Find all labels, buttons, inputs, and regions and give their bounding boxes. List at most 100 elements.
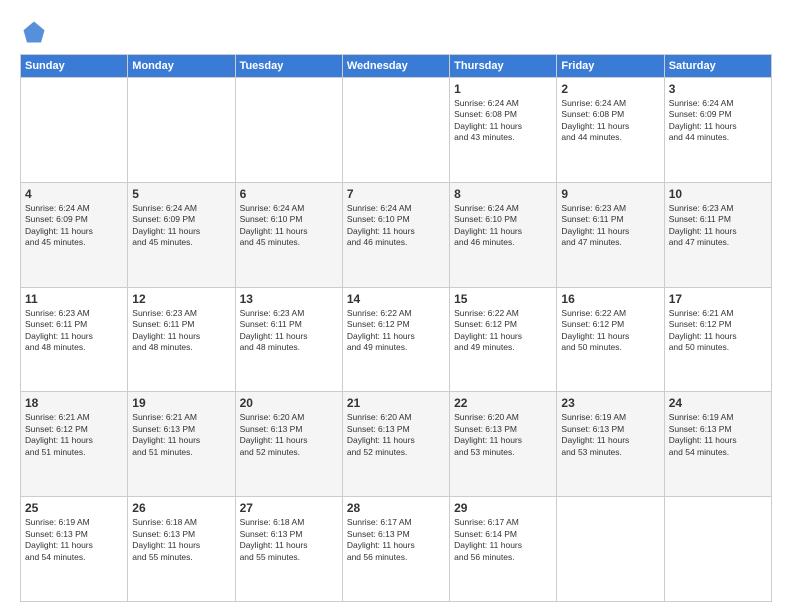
day-number: 10 xyxy=(669,187,767,201)
calendar-cell: 11 Sunrise: 6:23 AM Sunset: 6:11 PM Dayli… xyxy=(21,287,128,392)
calendar-cell: 5 Sunrise: 6:24 AM Sunset: 6:09 PM Daylig… xyxy=(128,182,235,287)
calendar-cell: 22Sunrise: 6:20 AM Sunset: 6:13 PM Dayli… xyxy=(450,392,557,497)
day-info: Sunrise: 6:22 AM Sunset: 6:12 PM Dayligh… xyxy=(347,308,445,354)
weekday-header-sunday: Sunday xyxy=(21,55,128,78)
day-info: Sunrise: 6:23 AM Sunset: 6:11 PM Dayligh… xyxy=(669,203,767,249)
weekday-header-row: SundayMondayTuesdayWednesdayThursdayFrid… xyxy=(21,55,772,78)
calendar-cell: 1 Sunrise: 6:24 AM Sunset: 6:08 PM Daylig… xyxy=(450,78,557,183)
day-number: 13 xyxy=(240,292,338,306)
day-number: 7 xyxy=(347,187,445,201)
day-info: Sunrise: 6:21 AM Sunset: 6:12 PM Dayligh… xyxy=(669,308,767,354)
day-info: Sunrise: 6:24 AM Sunset: 6:10 PM Dayligh… xyxy=(240,203,338,249)
day-info: Sunrise: 6:23 AM Sunset: 6:11 PM Dayligh… xyxy=(25,308,123,354)
day-info: Sunrise: 6:20 AM Sunset: 6:13 PM Dayligh… xyxy=(347,412,445,458)
day-number: 21 xyxy=(347,396,445,410)
day-number: 2 xyxy=(561,82,659,96)
day-number: 15 xyxy=(454,292,552,306)
calendar-cell: 7 Sunrise: 6:24 AM Sunset: 6:10 PM Daylig… xyxy=(342,182,449,287)
weekday-header-tuesday: Tuesday xyxy=(235,55,342,78)
day-number: 26 xyxy=(132,501,230,515)
calendar-cell: 24 Sunrise: 6:19 AM Sunset: 6:13 PM Dayli… xyxy=(664,392,771,497)
day-number: 28 xyxy=(347,501,445,515)
day-info: Sunrise: 6:18 AM Sunset: 6:13 PM Dayligh… xyxy=(240,517,338,563)
day-info: Sunrise: 6:23 AM Sunset: 6:11 PM Dayligh… xyxy=(240,308,338,354)
day-info: Sunrise: 6:22 AM Sunset: 6:12 PM Dayligh… xyxy=(561,308,659,354)
day-number: 19 xyxy=(132,396,230,410)
day-number: 11 xyxy=(25,292,123,306)
logo xyxy=(20,18,52,46)
calendar-cell: 25 Sunrise: 6:19 AM Sunset: 6:13 PM Dayli… xyxy=(21,497,128,602)
calendar-cell: 3 Sunrise: 6:24 AM Sunset: 6:09 PM Daylig… xyxy=(664,78,771,183)
day-info: Sunrise: 6:19 AM Sunset: 6:13 PM Dayligh… xyxy=(669,412,767,458)
day-info: Sunrise: 6:22 AM Sunset: 6:12 PM Dayligh… xyxy=(454,308,552,354)
day-number: 16 xyxy=(561,292,659,306)
day-number: 20 xyxy=(240,396,338,410)
day-number: 8 xyxy=(454,187,552,201)
day-info: Sunrise: 6:19 AM Sunset: 6:13 PM Dayligh… xyxy=(561,412,659,458)
day-number: 24 xyxy=(669,396,767,410)
day-info: Sunrise: 6:20 AM Sunset: 6:13 PM Dayligh… xyxy=(454,412,552,458)
day-info: Sunrise: 6:23 AM Sunset: 6:11 PM Dayligh… xyxy=(132,308,230,354)
day-info: Sunrise: 6:24 AM Sunset: 6:10 PM Dayligh… xyxy=(347,203,445,249)
calendar-cell: 19 Sunrise: 6:21 AM Sunset: 6:13 PM Dayli… xyxy=(128,392,235,497)
day-info: Sunrise: 6:17 AM Sunset: 6:13 PM Dayligh… xyxy=(347,517,445,563)
calendar-cell xyxy=(664,497,771,602)
calendar-cell xyxy=(128,78,235,183)
day-number: 4 xyxy=(25,187,123,201)
calendar-cell xyxy=(235,78,342,183)
day-info: Sunrise: 6:18 AM Sunset: 6:13 PM Dayligh… xyxy=(132,517,230,563)
day-info: Sunrise: 6:24 AM Sunset: 6:09 PM Dayligh… xyxy=(132,203,230,249)
day-info: Sunrise: 6:17 AM Sunset: 6:14 PM Dayligh… xyxy=(454,517,552,563)
day-info: Sunrise: 6:24 AM Sunset: 6:10 PM Dayligh… xyxy=(454,203,552,249)
calendar-cell: 29 Sunrise: 6:17 AM Sunset: 6:14 PM Dayli… xyxy=(450,497,557,602)
day-number: 27 xyxy=(240,501,338,515)
day-number: 12 xyxy=(132,292,230,306)
calendar-cell: 4 Sunrise: 6:24 AM Sunset: 6:09 PM Daylig… xyxy=(21,182,128,287)
weekday-header-wednesday: Wednesday xyxy=(342,55,449,78)
calendar-cell: 13 Sunrise: 6:23 AM Sunset: 6:11 PM Dayli… xyxy=(235,287,342,392)
calendar-cell: 9 Sunrise: 6:23 AM Sunset: 6:11 PM Daylig… xyxy=(557,182,664,287)
day-info: Sunrise: 6:24 AM Sunset: 6:08 PM Dayligh… xyxy=(454,98,552,144)
calendar-cell: 21 Sunrise: 6:20 AM Sunset: 6:13 PM Dayli… xyxy=(342,392,449,497)
calendar-cell: 6 Sunrise: 6:24 AM Sunset: 6:10 PM Daylig… xyxy=(235,182,342,287)
calendar-cell: 27 Sunrise: 6:18 AM Sunset: 6:13 PM Dayli… xyxy=(235,497,342,602)
day-number: 14 xyxy=(347,292,445,306)
calendar-week-5: 25 Sunrise: 6:19 AM Sunset: 6:13 PM Dayli… xyxy=(21,497,772,602)
day-info: Sunrise: 6:24 AM Sunset: 6:08 PM Dayligh… xyxy=(561,98,659,144)
calendar-week-3: 11 Sunrise: 6:23 AM Sunset: 6:11 PM Dayli… xyxy=(21,287,772,392)
calendar-cell: 15 Sunrise: 6:22 AM Sunset: 6:12 PM Dayli… xyxy=(450,287,557,392)
weekday-header-monday: Monday xyxy=(128,55,235,78)
day-info: Sunrise: 6:21 AM Sunset: 6:12 PM Dayligh… xyxy=(25,412,123,458)
day-info: Sunrise: 6:23 AM Sunset: 6:11 PM Dayligh… xyxy=(561,203,659,249)
weekday-header-friday: Friday xyxy=(557,55,664,78)
weekday-header-saturday: Saturday xyxy=(664,55,771,78)
calendar-cell: 23 Sunrise: 6:19 AM Sunset: 6:13 PM Dayli… xyxy=(557,392,664,497)
calendar-cell: 2 Sunrise: 6:24 AM Sunset: 6:08 PM Daylig… xyxy=(557,78,664,183)
day-info: Sunrise: 6:24 AM Sunset: 6:09 PM Dayligh… xyxy=(669,98,767,144)
day-number: 29 xyxy=(454,501,552,515)
calendar-week-4: 18 Sunrise: 6:21 AM Sunset: 6:12 PM Dayli… xyxy=(21,392,772,497)
day-number: 18 xyxy=(25,396,123,410)
day-number: 5 xyxy=(132,187,230,201)
logo-icon xyxy=(20,18,48,46)
day-info: Sunrise: 6:19 AM Sunset: 6:13 PM Dayligh… xyxy=(25,517,123,563)
day-info: Sunrise: 6:21 AM Sunset: 6:13 PM Dayligh… xyxy=(132,412,230,458)
day-number: 17 xyxy=(669,292,767,306)
day-number: 23 xyxy=(561,396,659,410)
day-number: 3 xyxy=(669,82,767,96)
day-info: Sunrise: 6:24 AM Sunset: 6:09 PM Dayligh… xyxy=(25,203,123,249)
page: SundayMondayTuesdayWednesdayThursdayFrid… xyxy=(0,0,792,612)
calendar-cell xyxy=(21,78,128,183)
calendar-week-2: 4 Sunrise: 6:24 AM Sunset: 6:09 PM Daylig… xyxy=(21,182,772,287)
calendar-table: SundayMondayTuesdayWednesdayThursdayFrid… xyxy=(20,54,772,602)
calendar-cell: 26 Sunrise: 6:18 AM Sunset: 6:13 PM Dayli… xyxy=(128,497,235,602)
day-info: Sunrise: 6:20 AM Sunset: 6:13 PM Dayligh… xyxy=(240,412,338,458)
calendar-cell: 28 Sunrise: 6:17 AM Sunset: 6:13 PM Dayli… xyxy=(342,497,449,602)
day-number: 1 xyxy=(454,82,552,96)
calendar-cell xyxy=(342,78,449,183)
day-number: 9 xyxy=(561,187,659,201)
day-number: 6 xyxy=(240,187,338,201)
calendar-cell xyxy=(557,497,664,602)
day-number: 25 xyxy=(25,501,123,515)
calendar-cell: 17 Sunrise: 6:21 AM Sunset: 6:12 PM Dayli… xyxy=(664,287,771,392)
